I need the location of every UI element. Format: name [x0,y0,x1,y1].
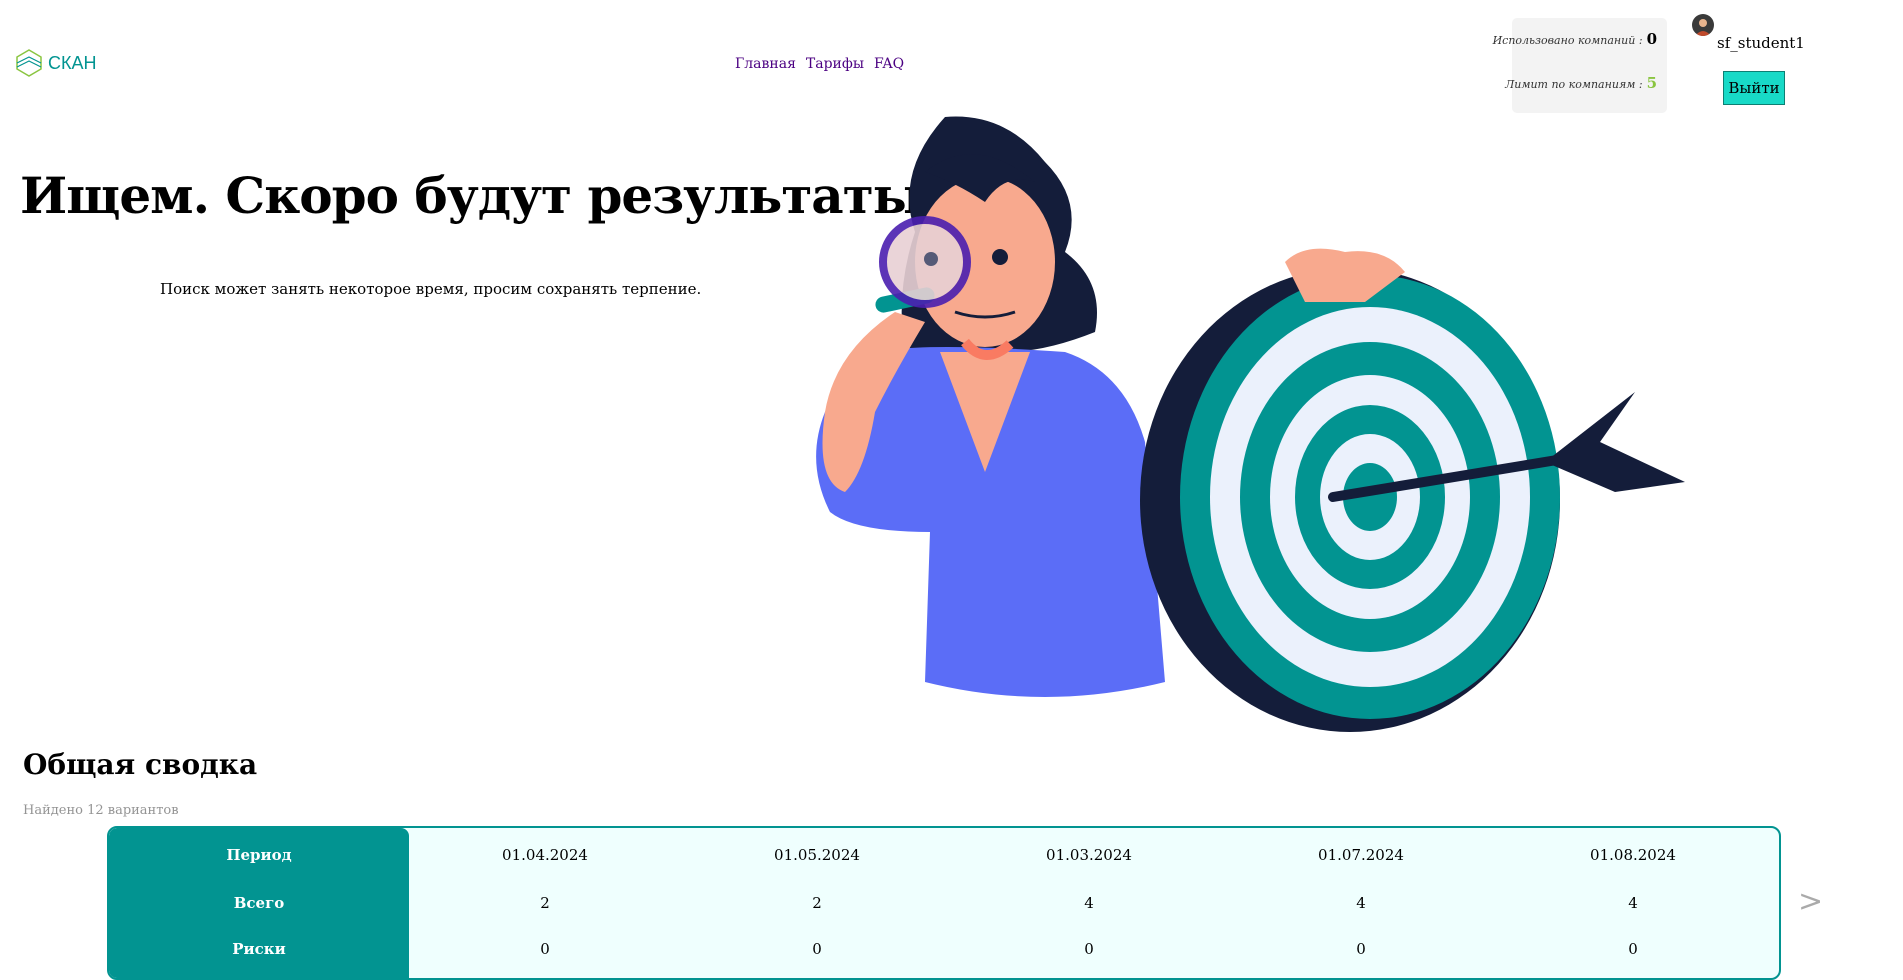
summary-title: Общая сводка [23,748,258,781]
cell-total: 2 [540,894,550,912]
cell-total: 4 [1628,894,1638,912]
cell-period: 01.08.2024 [1590,846,1676,864]
cell-total: 2 [812,894,822,912]
found-count: Найдено 12 вариантов [23,803,179,818]
company-limit-label: Лимит по компаниям : [1505,78,1643,91]
cell-period: 01.03.2024 [1046,846,1132,864]
main-nav: Главная Тарифы FAQ [735,56,904,72]
company-limit-value: 5 [1646,74,1657,92]
summary-table-header-column: Период Всего Риски [109,828,409,978]
username: sf_student1 [1717,34,1805,52]
avatar [1692,14,1714,36]
company-limit: Лимит по компаниям :5 [1505,74,1657,92]
cell-risks: 0 [540,940,550,958]
logo-icon [16,49,42,77]
logo-text: СКАН [48,52,97,73]
row-label-risks: Риски [232,940,286,958]
logout-button[interactable]: Выйти [1723,71,1785,105]
cell-risks: 0 [1356,940,1366,958]
cell-total: 4 [1356,894,1366,912]
search-hint: Поиск может занять некоторое время, прос… [160,280,702,298]
nav-link-home[interactable]: Главная [735,56,796,72]
searching-woman-illustration [816,116,1685,732]
cell-risks: 0 [1628,940,1638,958]
company-limits-panel: Использовано компаний :0 Лимит по компан… [1493,18,1667,113]
cell-period: 01.07.2024 [1318,846,1404,864]
cell-period: 01.05.2024 [774,846,860,864]
next-arrow-button[interactable]: > [1798,884,1823,919]
cell-risks: 0 [812,940,822,958]
row-label-period: Период [226,846,292,864]
used-companies: Использовано компаний :0 [1493,30,1657,48]
row-label-total: Всего [233,894,285,912]
cell-risks: 0 [1084,940,1094,958]
summary-table: Период Всего Риски 01.04.2024 2 0 01.05.… [107,826,1781,980]
used-companies-label: Использовано компаний : [1492,34,1643,47]
used-companies-value: 0 [1646,30,1657,48]
nav-link-faq[interactable]: FAQ [874,56,904,72]
user-avatar-icon [1695,19,1711,36]
nav-link-tariffs[interactable]: Тарифы [806,56,864,72]
logo[interactable]: СКАН [14,48,97,78]
cell-total: 4 [1084,894,1094,912]
cell-period: 01.04.2024 [502,846,588,864]
